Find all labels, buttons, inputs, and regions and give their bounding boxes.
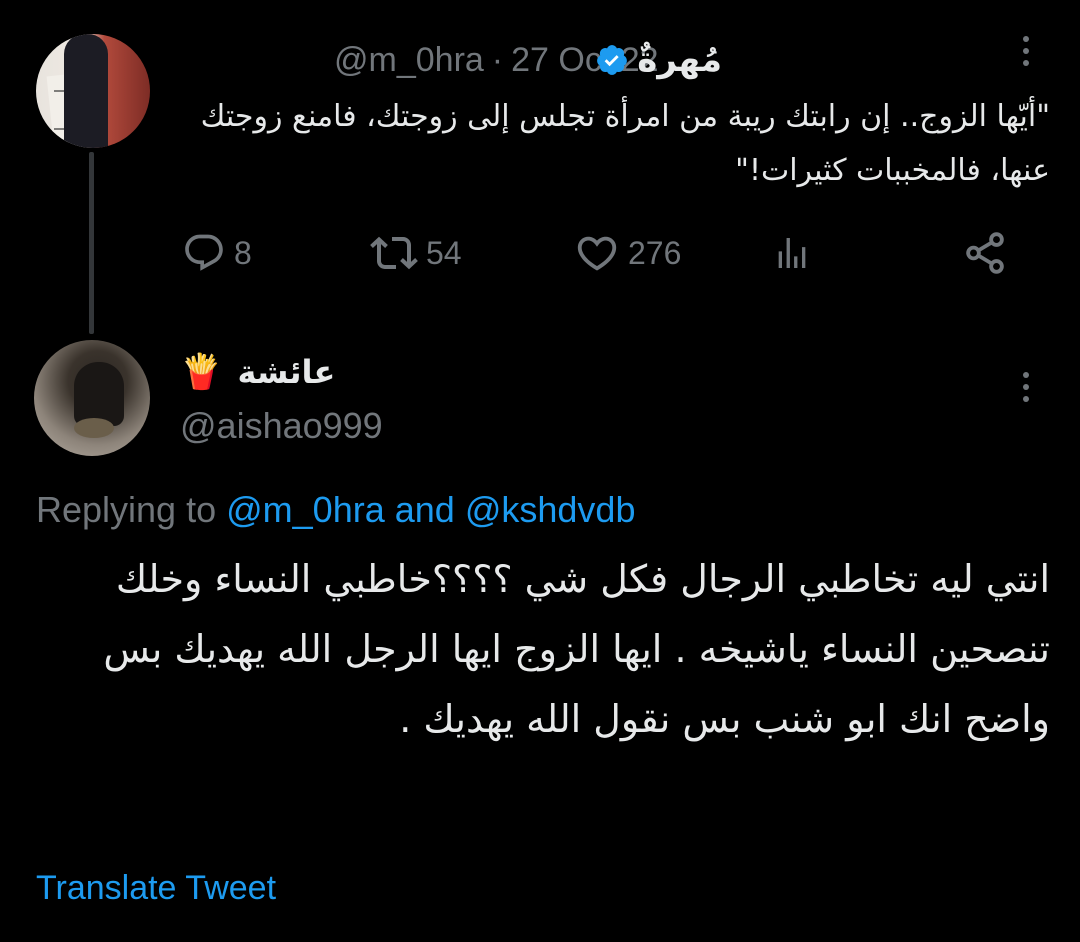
- replying-to-user-m0hra[interactable]: @m_0hra: [226, 489, 385, 530]
- translate-tweet-link[interactable]: Translate Tweet: [36, 862, 276, 914]
- like-action[interactable]: 276: [574, 228, 681, 278]
- retweet-icon: [370, 236, 418, 270]
- reply-author-name[interactable]: عائشة ⁦: [226, 353, 335, 391]
- reply-bubble-icon: [185, 234, 223, 271]
- replying-to-user-kshdvdb[interactable]: @kshdvdb: [465, 489, 636, 530]
- reply-tweet-text: انتي ليه تخاطبي الرجال فكل شي ؟؟؟؟خاطبي …: [103, 557, 1050, 741]
- heart-icon: [577, 236, 617, 271]
- parent-tweet-text: "أيّها الزوج.. إن رابتك ريبة من امرأة تج…: [200, 99, 1050, 188]
- parent-author-line: مُهرةٌ: [595, 36, 722, 84]
- replying-to-line: Replying to @m_0hra and @kshdvdb: [36, 484, 635, 536]
- avatar-cat-detail: [74, 418, 114, 438]
- share-action[interactable]: [962, 228, 1008, 278]
- avatar-figure-detail: [74, 362, 124, 426]
- retweet-count: 54: [426, 234, 462, 271]
- like-count: 276: [628, 234, 682, 271]
- avatar-veil-detail: [64, 34, 108, 148]
- analytics-action[interactable]: [772, 228, 812, 278]
- share-icon: [966, 232, 1004, 274]
- reply-count: 8: [234, 234, 252, 271]
- reply-author-line: 🍟 عائشة ⁦: [180, 348, 335, 396]
- parent-author-handle[interactable]: @m_0hra: [334, 41, 484, 80]
- analytics-bars-icon: [778, 238, 806, 268]
- reply-author-avatar[interactable]: [34, 340, 150, 456]
- verified-badge-icon: [597, 45, 628, 75]
- parent-author-avatar[interactable]: [36, 34, 150, 148]
- parent-more-options-icon[interactable]: [1022, 36, 1030, 66]
- parent-action-bar: 8 54 276: [0, 228, 1080, 278]
- replying-to-and: and: [394, 489, 455, 530]
- reply-action[interactable]: 8: [182, 228, 252, 278]
- meta-separator: ·: [491, 40, 504, 79]
- retweet-action[interactable]: 54: [370, 228, 462, 278]
- parent-author-name[interactable]: مُهرةٌ: [637, 40, 722, 80]
- replying-to-prefix: Replying to: [36, 489, 217, 530]
- reply-author-handle[interactable]: @aishao999: [180, 402, 383, 450]
- fries-emoji-icon: 🍟: [180, 352, 223, 392]
- reply-more-options-icon[interactable]: [1022, 372, 1030, 402]
